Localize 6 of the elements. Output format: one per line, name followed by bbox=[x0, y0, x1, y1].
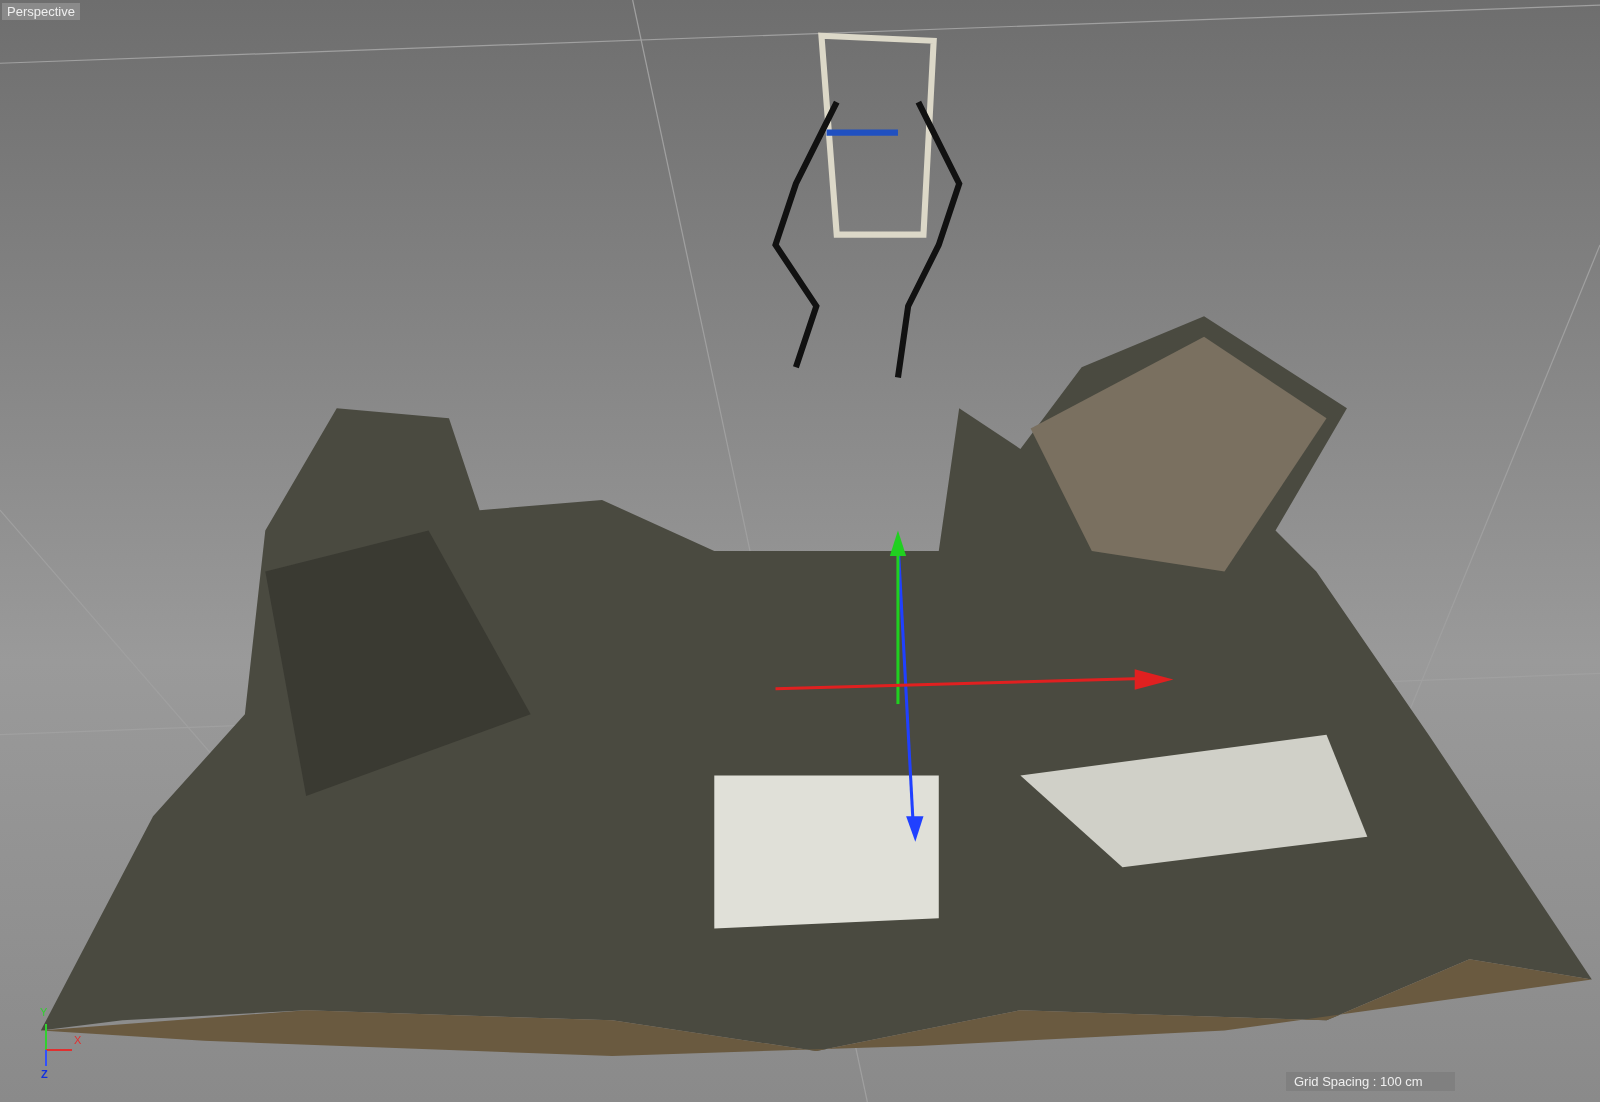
viewport-label: Perspective bbox=[2, 3, 80, 20]
y-axis-label: Y bbox=[40, 1006, 48, 1018]
grid-spacing-readout: Grid Spacing : 100 cm bbox=[1286, 1072, 1455, 1091]
z-axis-label: Z bbox=[41, 1068, 48, 1080]
x-axis-label: X bbox=[74, 1034, 82, 1046]
viewport[interactable]: Perspective Y X Z Grid Spacing : 100 cm bbox=[0, 0, 1600, 1102]
